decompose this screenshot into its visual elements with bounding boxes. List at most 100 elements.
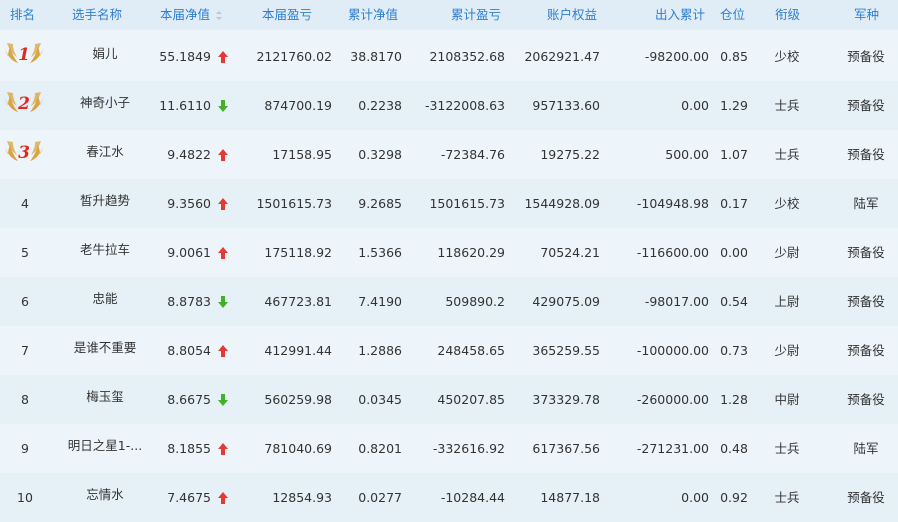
current-nav-cell: 8.8054	[167, 343, 211, 358]
army-branch-cell: 陆军	[853, 196, 879, 211]
table-row[interactable]: 3 春江水 9.4822 17158.95 0.3298 -72384.76 19275.2…	[0, 130, 898, 179]
position-cell: 1.07	[720, 147, 748, 162]
in-out-total-cell: -104948.98	[636, 196, 709, 211]
account-equity-cell: 429075.09	[532, 294, 600, 309]
account-equity-cell: 373329.78	[532, 392, 600, 407]
table-row[interactable]: 1 娟儿 55.1849 2121760.02 38.8170 2108352.68 206…	[0, 32, 898, 81]
cumulative-nav-cell: 9.2685	[358, 196, 402, 211]
cumulative-nav-cell: 0.0345	[358, 392, 402, 407]
header-cumulative-nav[interactable]: 累计净值	[348, 0, 398, 30]
cumulative-nav-cell: 38.8170	[350, 49, 402, 64]
current-pnl-cell: 2121760.02	[256, 49, 332, 64]
account-equity-cell: 14877.18	[540, 490, 600, 505]
current-pnl-cell: 17158.95	[272, 147, 332, 162]
header-in-out-total[interactable]: 出入累计	[655, 0, 705, 30]
in-out-total-cell: -271231.00	[636, 441, 709, 456]
current-nav-cell: 8.8783	[167, 294, 211, 309]
current-nav-cell: 8.6675	[167, 392, 211, 407]
rank-medal-icon: 1	[4, 43, 44, 65]
header-player-name[interactable]: 选手名称	[72, 0, 122, 30]
up-arrow-icon	[218, 149, 228, 161]
rank-cell: 8	[21, 392, 29, 407]
cumulative-pnl-cell: 450207.85	[437, 392, 505, 407]
current-nav-cell: 11.6110	[159, 98, 211, 113]
header-current-nav-label: 本届净值	[160, 7, 211, 22]
army-branch-cell: 预备役	[847, 147, 885, 162]
current-pnl-cell: 12854.93	[272, 490, 332, 505]
table-row[interactable]: 4 皙升趋势 9.3560 1501615.73 9.2685 1501615.73 154…	[0, 179, 898, 228]
cumulative-pnl-cell: -10284.44	[440, 490, 505, 505]
up-arrow-icon	[218, 247, 228, 259]
in-out-total-cell: 0.00	[681, 490, 709, 505]
down-arrow-icon	[218, 100, 228, 112]
account-equity-cell: 1544928.09	[524, 196, 600, 211]
table-row[interactable]: 6 忠能 8.8783 467723.81 7.4190 509890.2 429075.0…	[0, 277, 898, 326]
table-row[interactable]: 2 神奇小子 11.6110 874700.19 0.2238 -3122008.63 95…	[0, 81, 898, 130]
rank-title-cell: 士兵	[774, 441, 800, 456]
rank-cell: 6	[21, 294, 29, 309]
in-out-total-cell: -116600.00	[636, 245, 709, 260]
down-arrow-icon	[218, 296, 228, 308]
army-branch-cell: 预备役	[847, 245, 885, 260]
header-position[interactable]: 仓位	[720, 0, 745, 30]
rank-title-cell: 上尉	[774, 294, 800, 309]
cumulative-pnl-cell: 2108352.68	[429, 49, 505, 64]
rank-cell: 4	[21, 196, 29, 211]
current-pnl-cell: 467723.81	[264, 294, 332, 309]
rank-title-cell: 中尉	[774, 392, 800, 407]
account-equity-cell: 70524.21	[540, 245, 600, 260]
army-branch-cell: 预备役	[847, 490, 885, 505]
table-row[interactable]: 9 明日之星1-... 8.1855 781040.69 0.8201 -332616.9…	[0, 424, 898, 473]
current-nav-cell: 9.3560	[167, 196, 211, 211]
rank-title-cell: 士兵	[774, 98, 800, 113]
in-out-total-cell: -98017.00	[644, 294, 709, 309]
army-branch-cell: 陆军	[853, 441, 879, 456]
cumulative-pnl-cell: 118620.29	[437, 245, 505, 260]
account-equity-cell: 19275.22	[540, 147, 600, 162]
table-row[interactable]: 8 梅玉玺 8.6675 560259.98 0.0345 450207.85 373329…	[0, 375, 898, 424]
sort-icon[interactable]	[216, 11, 223, 20]
position-cell: 0.73	[720, 343, 748, 358]
cumulative-pnl-cell: 1501615.73	[429, 196, 505, 211]
header-account-equity[interactable]: 账户权益	[547, 0, 597, 30]
current-pnl-cell: 175118.92	[264, 245, 332, 260]
current-nav-cell: 8.1855	[167, 441, 211, 456]
in-out-total-cell: 0.00	[681, 98, 709, 113]
rank-title-cell: 士兵	[774, 147, 800, 162]
rank-title-cell: 少校	[774, 49, 800, 64]
header-rank-title[interactable]: 衔级	[775, 0, 800, 30]
cumulative-nav-cell: 0.8201	[358, 441, 402, 456]
in-out-total-cell: -100000.00	[636, 343, 709, 358]
header-army-branch[interactable]: 军种	[854, 0, 879, 30]
cumulative-pnl-cell: 248458.65	[437, 343, 505, 358]
up-arrow-icon	[218, 51, 228, 63]
ranking-table: 排名 选手名称 本届净值 本届盈亏 累计净值 累计盈亏 账户权益 出入累计 仓位…	[0, 0, 898, 522]
position-cell: 0.17	[720, 196, 748, 211]
in-out-total-cell: -98200.00	[644, 49, 709, 64]
rank-title-cell: 士兵	[774, 490, 800, 505]
svg-text:2: 2	[17, 94, 30, 114]
header-cumulative-pnl[interactable]: 累计盈亏	[451, 0, 501, 30]
cumulative-pnl-cell: -72384.76	[440, 147, 505, 162]
current-pnl-cell: 1501615.73	[256, 196, 332, 211]
cumulative-pnl-cell: -3122008.63	[424, 98, 505, 113]
header-current-nav[interactable]: 本届净值	[160, 0, 223, 30]
cumulative-pnl-cell: -332616.92	[432, 441, 505, 456]
current-nav-cell: 9.0061	[167, 245, 211, 260]
position-cell: 1.28	[720, 392, 748, 407]
rank-cell: 9	[21, 441, 29, 456]
table-row[interactable]: 10 忘情水 7.4675 12854.93 0.0277 -10284.44 14877.…	[0, 473, 898, 522]
position-cell: 0.85	[720, 49, 748, 64]
header-current-pnl[interactable]: 本届盈亏	[262, 0, 312, 30]
down-arrow-icon	[218, 394, 228, 406]
current-nav-cell: 7.4675	[167, 490, 211, 505]
army-branch-cell: 预备役	[847, 49, 885, 64]
cumulative-nav-cell: 0.3298	[358, 147, 402, 162]
svg-text:3: 3	[18, 143, 30, 163]
table-row[interactable]: 5 老牛拉车 9.0061 175118.92 1.5366 118620.29 70524…	[0, 228, 898, 277]
up-arrow-icon	[218, 492, 228, 504]
in-out-total-cell: 500.00	[665, 147, 709, 162]
rank-title-cell: 少尉	[774, 343, 800, 358]
table-row[interactable]: 7 是谁不重要 8.8054 412991.44 1.2886 248458.65 3652…	[0, 326, 898, 375]
header-rank[interactable]: 排名	[10, 0, 35, 30]
